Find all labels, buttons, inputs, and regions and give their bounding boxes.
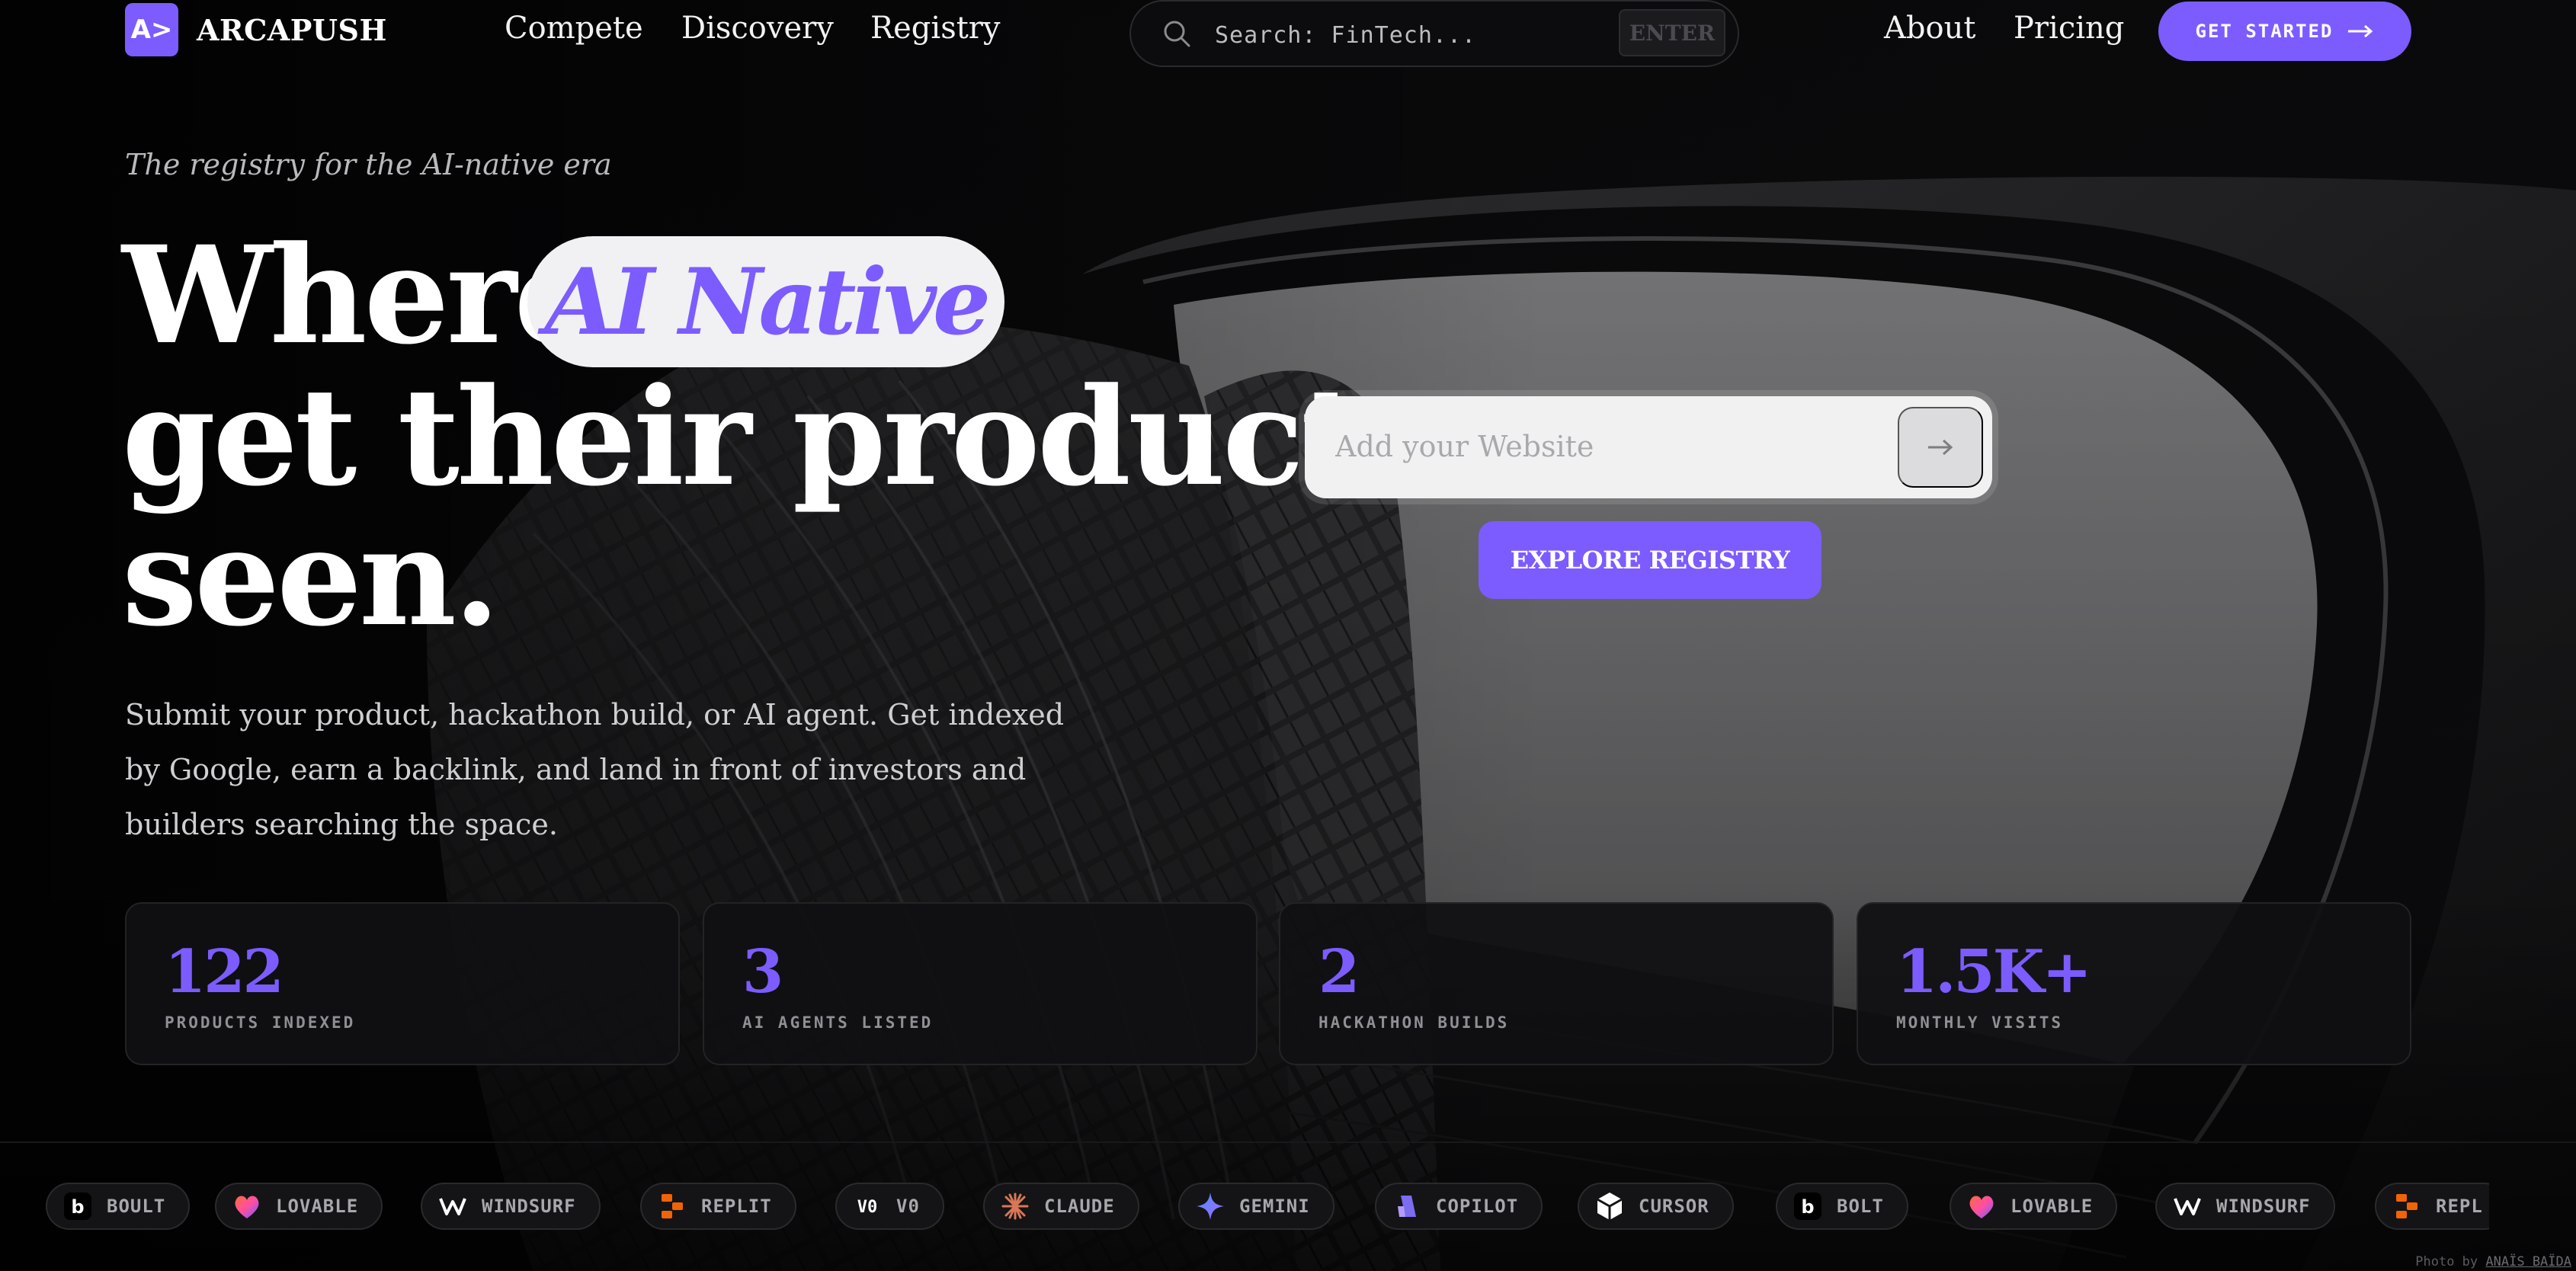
stat-card-visits: 1.5K+ MONTHLY VISITS	[1857, 902, 2411, 1065]
builder-name: LOVABLE	[2010, 1196, 2094, 1217]
stat-value: 2	[1318, 937, 1360, 1007]
photo-credit-prefix: Photo by	[2415, 1254, 2478, 1269]
hero-headline-line-2: get their products	[122, 358, 1435, 516]
hero-headline-line-3: seen.	[122, 498, 500, 656]
stat-label: PRODUCTS INDEXED	[165, 1013, 356, 1032]
builder-name: WINDSURF	[2216, 1196, 2311, 1217]
builder-name: LOVABLE	[276, 1196, 359, 1217]
builder-chip[interactable]: b BOLT	[1776, 1183, 1908, 1230]
svg-text:V0: V0	[857, 1198, 878, 1217]
windsurf-icon	[2174, 1198, 2201, 1215]
builder-chip[interactable]: CLAUDE	[983, 1183, 1139, 1230]
brand-name: ARCAPUSH	[197, 12, 387, 47]
claude-icon	[1001, 1193, 1029, 1220]
arrow-right-icon	[1928, 439, 1953, 456]
v0-icon: V0	[857, 1198, 878, 1217]
stat-value: 122	[165, 937, 284, 1007]
arrow-right-icon	[2348, 24, 2373, 38]
submit-website-button[interactable]	[1898, 407, 1983, 488]
bolt-icon: b	[1794, 1193, 1821, 1220]
stat-card-hackathon: 2 HACKATHON BUILDS	[1279, 902, 1834, 1065]
builder-name: REPL	[2436, 1196, 2483, 1217]
nav-link-registry[interactable]: Registry	[870, 11, 1001, 46]
builder-name: GEMINI	[1239, 1196, 1310, 1217]
hero-description: Submit your product, hackathon build, or…	[125, 698, 1065, 841]
website-url-input[interactable]	[1335, 422, 1869, 471]
top-navigation: A> ARCAPUSH Compete Discovery Registry E…	[0, 0, 2576, 67]
builder-chip[interactable]: WINDSURF	[2155, 1183, 2335, 1230]
lovable-heart-icon	[235, 1196, 259, 1218]
photo-credit-author-link[interactable]: ANAÏS BAÏDA	[2485, 1254, 2571, 1269]
builder-chip[interactable]: CURSOR	[1578, 1183, 1734, 1230]
copilot-icon	[1398, 1196, 1416, 1217]
cursor-icon	[1597, 1193, 1623, 1220]
add-website-form	[1305, 396, 1992, 498]
builder-name: BOULT	[107, 1196, 166, 1217]
builder-chip[interactable]: REPL	[2375, 1183, 2489, 1230]
builder-name: CURSOR	[1639, 1196, 1709, 1217]
stat-value: 3	[742, 937, 783, 1007]
builder-name: COPILOT	[1436, 1196, 1519, 1217]
brand-logo-link[interactable]: A> ARCAPUSH	[125, 3, 387, 56]
hero-headline-line-1: Where	[122, 216, 599, 374]
get-started-button[interactable]: GET STARTED	[2158, 2, 2411, 61]
builder-name: WINDSURF	[482, 1196, 576, 1217]
windsurf-icon	[439, 1198, 466, 1215]
builder-chip[interactable]: V0 V0	[835, 1183, 944, 1230]
nav-link-compete[interactable]: Compete	[505, 11, 643, 46]
svg-text:b: b	[1801, 1196, 1814, 1218]
builder-chip[interactable]: b BOULT	[46, 1183, 191, 1230]
lovable-heart-icon	[1969, 1196, 1994, 1218]
brand-logo-mark: A>	[125, 3, 178, 56]
builder-chip[interactable]: LOVABLE	[1950, 1183, 2118, 1230]
get-started-label: GET STARTED	[2195, 21, 2334, 42]
nav-link-pricing[interactable]: Pricing	[2014, 11, 2124, 46]
nav-link-about[interactable]: About	[1884, 11, 1975, 46]
search-bar: ENTER	[1129, 0, 1739, 67]
builder-chip[interactable]: COPILOT	[1375, 1183, 1543, 1230]
photo-credit: Photo by ANAÏS BAÏDA	[2415, 1254, 2571, 1269]
nav-link-discovery[interactable]: Discovery	[681, 11, 834, 46]
stat-label: HACKATHON BUILDS	[1318, 1013, 1510, 1032]
hero-tagline: The registry for the AI-native era	[125, 148, 612, 181]
search-icon	[1164, 21, 1190, 47]
builder-name: REPLIT	[701, 1196, 772, 1217]
search-enter-key[interactable]: ENTER	[1619, 9, 1725, 56]
builder-name: V0	[896, 1196, 920, 1217]
section-divider	[0, 1141, 2576, 1143]
explore-registry-button[interactable]: EXPLORE REGISTRY	[1479, 521, 1821, 599]
search-input[interactable]	[1215, 17, 1611, 53]
stat-label: MONTHLY VISITS	[1896, 1013, 2064, 1032]
builder-chip[interactable]: GEMINI	[1178, 1183, 1334, 1230]
stat-label: AI AGENTS LISTED	[742, 1013, 934, 1032]
replit-icon	[662, 1194, 683, 1218]
stat-card-agents: 3 AI AGENTS LISTED	[703, 902, 1258, 1065]
hero-highlight-text: AI Native	[544, 248, 992, 356]
builder-chip[interactable]: REPLIT	[640, 1183, 796, 1230]
builder-name: BOLT	[1837, 1196, 1884, 1217]
svg-text:b: b	[71, 1196, 84, 1218]
builders-logo-strip: b BOULT LOVABLE WINDSURF REPLIT V0 V0 CL…	[46, 1183, 2489, 1230]
hero-highlight-pill: AI Native	[527, 236, 1004, 367]
builder-chip[interactable]: LOVABLE	[215, 1183, 383, 1230]
bolt-icon: b	[64, 1193, 91, 1220]
builder-chip[interactable]: WINDSURF	[421, 1183, 601, 1230]
gemini-icon	[1197, 1193, 1224, 1220]
stat-value: 1.5K+	[1896, 937, 2092, 1007]
stat-card-products: 122 PRODUCTS INDEXED	[125, 902, 680, 1065]
replit-icon	[2396, 1194, 2417, 1218]
builder-name: CLAUDE	[1044, 1196, 1115, 1217]
